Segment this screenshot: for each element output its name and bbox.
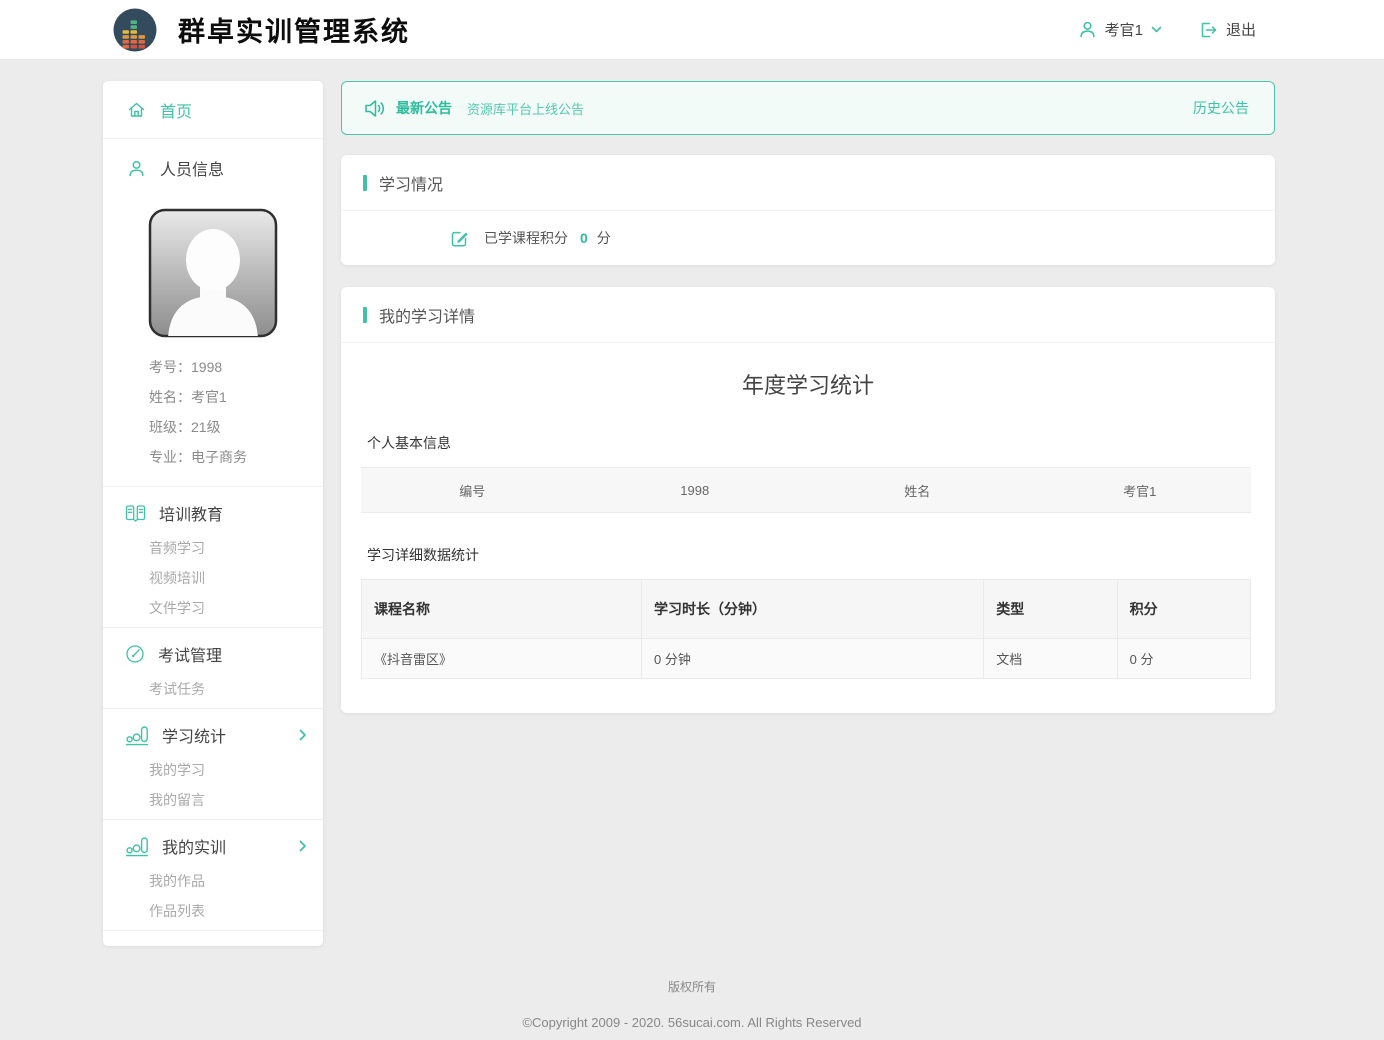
study-detail-table: 课程名称 学习时长（分钟） 类型 积分 《抖音雷区》 0 分钟 文档 [361,579,1251,679]
sidebar-section-my-training: 我的实训 我的作品 作品列表 [103,819,323,930]
user-menu[interactable]: 考官1 [1078,19,1162,40]
sidebar-section-label: 培训教育 [159,501,223,525]
profile-field-class: 班级21级 [149,412,323,442]
study-status-title: 学习情况 [379,171,443,195]
book-icon [125,504,146,523]
table-row: 《抖音雷区》 0 分钟 文档 0 分 [362,639,1251,679]
basic-info-label: 个人基本信息 [341,433,1275,453]
sidebar: 首页 人员信息 [103,81,323,946]
cell-course-name: 《抖音雷区》 [362,639,642,679]
sidebar-item-video-training[interactable]: 视频培训 [103,563,323,593]
basic-info-row: 编号 1998 姓名 考官1 [361,467,1251,513]
sidebar-item-home-label: 首页 [160,98,192,122]
chevron-right-icon [299,840,307,852]
course-score-label: 已学课程积分 [484,228,568,248]
logout-icon [1198,20,1218,40]
app-logo-icon [113,8,157,52]
course-score-value: 0 [580,230,588,246]
page-footer: 版权所有 ©Copyright 2009 - 2020. 56sucai.com… [0,946,1384,1030]
edit-icon [449,228,470,249]
sidebar-item-file-study[interactable]: 文件学习 [103,593,323,623]
profile-field-major: 专业电子商务 [149,442,323,472]
copyright-en: ©Copyright 2009 - 2020. 56sucai.com. All… [0,1015,1384,1030]
announcement-link[interactable]: 资源库平台上线公告 [467,99,584,118]
study-status-card: 学习情况 已学课程积分 0 分 [341,155,1275,265]
col-score: 积分 [1117,580,1250,639]
user-icon [1078,20,1097,39]
col-course-name: 课程名称 [362,580,642,639]
compass-icon [125,644,145,664]
section-marker [363,175,367,191]
course-score-row: 已学课程积分 0 分 [341,211,1275,265]
basic-info-cell: 考官1 [1029,481,1252,500]
sidebar-section-study-statistics: 学习统计 我的学习 我的留言 [103,708,323,819]
sidebar-item-training-education[interactable]: 培训教育 [103,493,323,533]
sidebar-item-audio-study[interactable]: 音频学习 [103,533,323,563]
latest-announcement-label: 最新公告 [396,98,452,118]
logout-label: 退出 [1226,19,1256,40]
app-title: 群卓实训管理系统 [178,10,410,49]
sidebar-section-training-education: 培训教育 音频学习 视频培训 文件学习 [103,486,323,627]
annual-stats-title: 年度学习统计 [341,343,1275,401]
col-study-duration: 学习时长（分钟） [642,580,984,639]
announcement-bar: 最新公告 资源库平台上线公告 历史公告 [341,81,1275,135]
history-announcement-link[interactable]: 历史公告 [1193,98,1249,118]
copyright-cn: 版权所有 [0,978,1384,995]
sidebar-item-works-list[interactable]: 作品列表 [103,896,323,926]
basic-info-cell: 1998 [584,483,807,498]
col-type: 类型 [984,580,1117,639]
profile-field-exam-no: 考号1998 [149,352,323,382]
person-icon [127,159,146,178]
sidebar-item-exam-management[interactable]: 考试管理 [103,634,323,674]
study-detail-header: 我的学习详情 [341,287,1275,343]
sidebar-section-exam-management: 考试管理 考试任务 [103,627,323,708]
detail-stats-label: 学习详细数据统计 [341,545,1275,565]
sidebar-item-my-study[interactable]: 我的学习 [103,755,323,785]
sidebar-item-profile[interactable]: 人员信息 [103,139,323,197]
user-name: 考官1 [1105,19,1143,40]
sidebar-item-my-works[interactable]: 我的作品 [103,866,323,896]
section-marker [363,307,367,323]
table-header-row: 课程名称 学习时长（分钟） 类型 积分 [362,580,1251,639]
sidebar-item-exam-task[interactable]: 考试任务 [103,674,323,704]
speaker-icon [363,97,386,120]
cell-study-duration: 0 分钟 [642,639,984,679]
avatar [148,208,278,338]
home-icon [127,100,146,119]
app-header: 群卓实训管理系统 考官1 [0,0,1384,60]
sidebar-item-profile-label: 人员信息 [160,156,224,180]
basic-info-cell: 编号 [361,481,584,500]
logout-button[interactable]: 退出 [1198,19,1256,40]
main-content: 最新公告 资源库平台上线公告 历史公告 学习情况 已学课程积分 [341,81,1275,735]
screen: 群卓实训管理系统 考官1 [0,0,1384,1040]
sidebar-footer-strip [103,930,323,946]
chevron-down-icon [1151,26,1162,34]
sidebar-section-label: 我的实训 [162,834,226,858]
profile-field-name: 姓名考官1 [149,382,323,412]
cell-type: 文档 [984,639,1117,679]
sidebar-item-study-statistics[interactable]: 学习统计 [103,715,323,755]
course-score-unit: 分 [597,228,611,248]
study-detail-card: 我的学习详情 年度学习统计 个人基本信息 编号 1998 姓名 考官1 学习详细… [341,287,1275,713]
study-status-header: 学习情况 [341,155,1275,211]
sidebar-item-home[interactable]: 首页 [103,81,323,139]
sidebar-item-my-message[interactable]: 我的留言 [103,785,323,815]
basic-info-cell: 姓名 [806,481,1029,500]
sidebar-section-label: 学习统计 [162,723,226,747]
chevron-right-icon [299,729,307,741]
sidebar-item-my-training[interactable]: 我的实训 [103,826,323,866]
stats-icon [125,835,149,857]
sidebar-section-label: 考试管理 [158,642,222,666]
profile-info: 考号1998 姓名考官1 班级21级 专业电子商务 [103,342,323,486]
study-detail-title: 我的学习详情 [379,303,475,327]
cell-score: 0 分 [1117,639,1250,679]
stats-icon [125,724,149,746]
